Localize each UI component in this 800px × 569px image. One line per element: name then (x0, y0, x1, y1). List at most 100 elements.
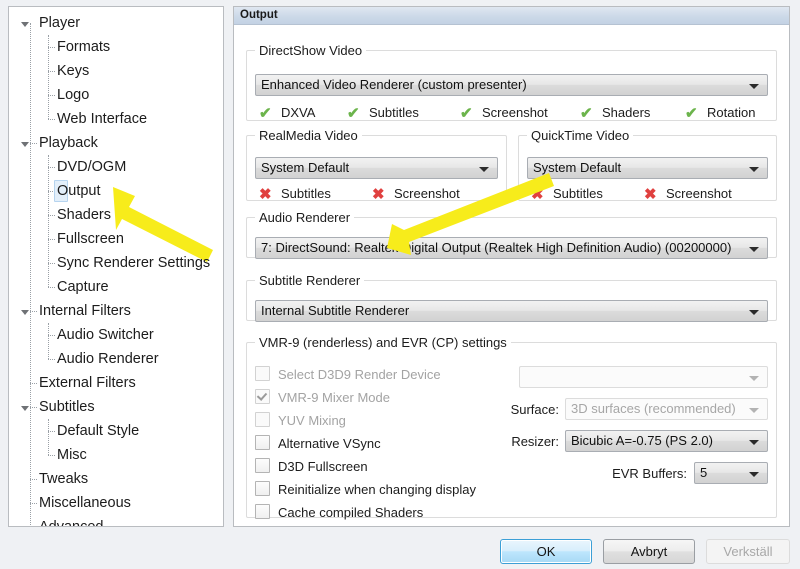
capability-label: Screenshot (482, 105, 548, 120)
directshow-renderer-combo[interactable]: Enhanced Video Renderer (custom presente… (255, 74, 768, 96)
realmedia-renderer-value: System Default (261, 160, 350, 175)
tree-connector (30, 311, 37, 313)
sidebar-item-logo[interactable]: Logo (9, 83, 223, 107)
resizer-combo[interactable]: Bicubic A=-0.75 (PS 2.0) (565, 430, 768, 452)
evr-buffers-combo[interactable]: 5 (694, 462, 768, 484)
capability-label: Screenshot (394, 186, 460, 201)
apply-button: Verkställ (706, 539, 790, 564)
tree-connector (48, 167, 55, 169)
checkbox-label: Alternative VSync (278, 436, 381, 451)
sidebar-item-subtitles[interactable]: Subtitles (9, 395, 223, 419)
subtitle-renderer-value: Internal Subtitle Renderer (261, 303, 410, 318)
sidebar-item-label: Audio Switcher (57, 327, 154, 343)
capability-dxva: ✔ DXVA (259, 104, 315, 122)
vmr9-evr-settings-legend: VMR-9 (renderless) and EVR (CP) settings (259, 335, 507, 350)
checkbox-yuv-mixing: YUV Mixing (255, 412, 346, 429)
sidebar-item-label: Keys (57, 63, 90, 79)
capability-screenshot: ✔ Screenshot (460, 104, 548, 122)
ok-button[interactable]: OK (500, 539, 592, 564)
sidebar-item-label: Output (57, 183, 101, 199)
tree-connector (48, 335, 55, 337)
tree-connector (48, 431, 55, 433)
tree-connector (48, 119, 55, 121)
sidebar-item-label: Player (39, 15, 81, 31)
sidebar-item-label: Tweaks (39, 471, 89, 487)
sidebar-item-tweaks[interactable]: Tweaks (9, 467, 223, 491)
resizer-label: Resizer: (511, 434, 559, 449)
chevron-down-icon[interactable] (21, 142, 29, 147)
tree-connector (48, 215, 55, 217)
capability-subtitles: ✖ Subtitles (259, 185, 331, 203)
capability-label: DXVA (281, 105, 316, 120)
sidebar-item-external-filters[interactable]: External Filters (9, 371, 223, 395)
checkbox-box-icon (255, 481, 270, 496)
tree-connector (48, 263, 55, 265)
subtitle-renderer-combo[interactable]: Internal Subtitle Renderer (255, 300, 768, 322)
panel-title: Output (234, 7, 789, 25)
sidebar-item-advanced[interactable]: Advanced (9, 515, 223, 527)
sidebar-item-output[interactable]: Output (9, 179, 223, 203)
checkbox-reinitialize-when-changing-display[interactable]: Reinitialize when changing display (255, 481, 476, 498)
checkbox-box-icon (255, 412, 270, 427)
checkbox-box-icon (255, 504, 270, 519)
sidebar-item-dvd-ogm[interactable]: DVD/OGM (9, 155, 223, 179)
checkbox-box-icon (255, 366, 270, 381)
capability-shaders: ✔ Shaders (580, 104, 650, 122)
chevron-down-icon (749, 310, 759, 315)
sidebar-item-web-interface[interactable]: Web Interface (9, 107, 223, 131)
checkbox-cache-compiled-shaders[interactable]: Cache compiled Shaders (255, 504, 423, 521)
sidebar-item-player[interactable]: Player (9, 11, 223, 35)
chevron-down-icon (749, 472, 759, 477)
sidebar-item-sync-renderer-settings[interactable]: Sync Renderer Settings (9, 251, 223, 275)
tree-connector (48, 455, 55, 457)
vmr9-evr-settings-group: VMR-9 (renderless) and EVR (CP) settings… (246, 335, 777, 521)
sidebar-item-label: DVD/OGM (57, 159, 127, 175)
chevron-down-icon[interactable] (21, 406, 29, 411)
sidebar-item-playback[interactable]: Playback (9, 131, 223, 155)
quicktime-renderer-value: System Default (533, 160, 622, 175)
audio-renderer-combo[interactable]: 7: DirectSound: Realtek Digital Output (… (255, 237, 768, 259)
chevron-down-icon[interactable] (21, 22, 29, 27)
realmedia-renderer-combo[interactable]: System Default (255, 157, 498, 179)
cancel-button[interactable]: Avbryt (603, 539, 695, 564)
checkbox-alternative-vsync[interactable]: Alternative VSync (255, 435, 381, 452)
sidebar-item-formats[interactable]: Formats (9, 35, 223, 59)
sidebar-item-capture[interactable]: Capture (9, 275, 223, 299)
sidebar-item-label: External Filters (39, 375, 136, 391)
sidebar-item-miscellaneous[interactable]: Miscellaneous (9, 491, 223, 515)
cross-icon: ✖ (372, 186, 385, 203)
quicktime-video-group: QuickTime Video System Default ✖ Subtitle… (518, 128, 777, 203)
chevron-down-icon (749, 247, 759, 252)
surface-combo[interactable]: 3D surfaces (recommended) (565, 398, 768, 420)
sidebar-item-shaders[interactable]: Shaders (9, 203, 223, 227)
sidebar-item-label: Audio Renderer (57, 351, 159, 367)
output-settings-panel: Output DirectShow Video Enhanced Video R… (233, 6, 790, 527)
chevron-down-icon (479, 167, 489, 172)
resizer-value: Bicubic A=-0.75 (PS 2.0) (571, 433, 713, 448)
capability-label: Shaders (602, 105, 651, 120)
checkbox-d3d-fullscreen[interactable]: D3D Fullscreen (255, 458, 368, 475)
check-icon: ✔ (347, 105, 360, 122)
capability-screenshot: ✖ Screenshot (372, 185, 460, 203)
settings-tree[interactable]: Player Formats Keys Logo Web Interface Playba… (8, 6, 224, 527)
capability-subtitles: ✖ Subtitles (531, 185, 603, 203)
sidebar-item-fullscreen[interactable]: Fullscreen (9, 227, 223, 251)
realmedia-capabilities: ✖ Subtitles ✖ Screenshot (255, 185, 498, 205)
d3d9-device-combo[interactable] (519, 366, 768, 388)
sidebar-item-label: Internal Filters (39, 303, 131, 319)
sidebar-item-label: Advanced (39, 519, 104, 527)
sidebar-item-label: Shaders (57, 207, 112, 223)
chevron-down-icon[interactable] (21, 310, 29, 315)
tree-connector (30, 383, 37, 385)
quicktime-renderer-combo[interactable]: System Default (527, 157, 768, 179)
sidebar-item-keys[interactable]: Keys (9, 59, 223, 83)
sidebar-item-audio-renderer[interactable]: Audio Renderer (9, 347, 223, 371)
chevron-down-icon (749, 84, 759, 89)
sidebar-item-label: Web Interface (57, 111, 148, 127)
directshow-video-legend: DirectShow Video (259, 43, 363, 58)
sidebar-item-internal-filters[interactable]: Internal Filters (9, 299, 223, 323)
sidebar-item-audio-switcher[interactable]: Audio Switcher (9, 323, 223, 347)
sidebar-item-misc[interactable]: Misc (9, 443, 223, 467)
sidebar-item-default-style[interactable]: Default Style (9, 419, 223, 443)
realmedia-video-group: RealMedia Video System Default ✖ Subtitle… (246, 128, 507, 203)
